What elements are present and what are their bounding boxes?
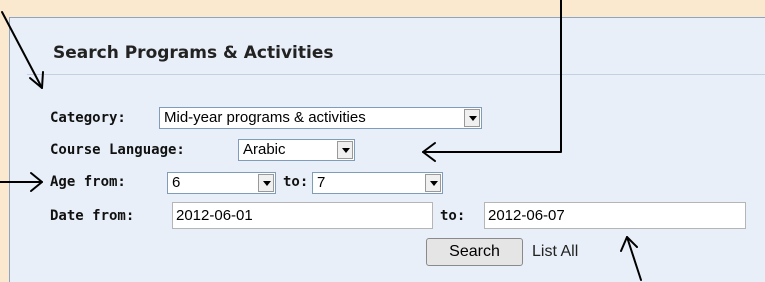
arrow-line-category <box>1 11 43 89</box>
annotation-arrows <box>0 0 642 281</box>
arrow-line-language <box>422 0 562 153</box>
